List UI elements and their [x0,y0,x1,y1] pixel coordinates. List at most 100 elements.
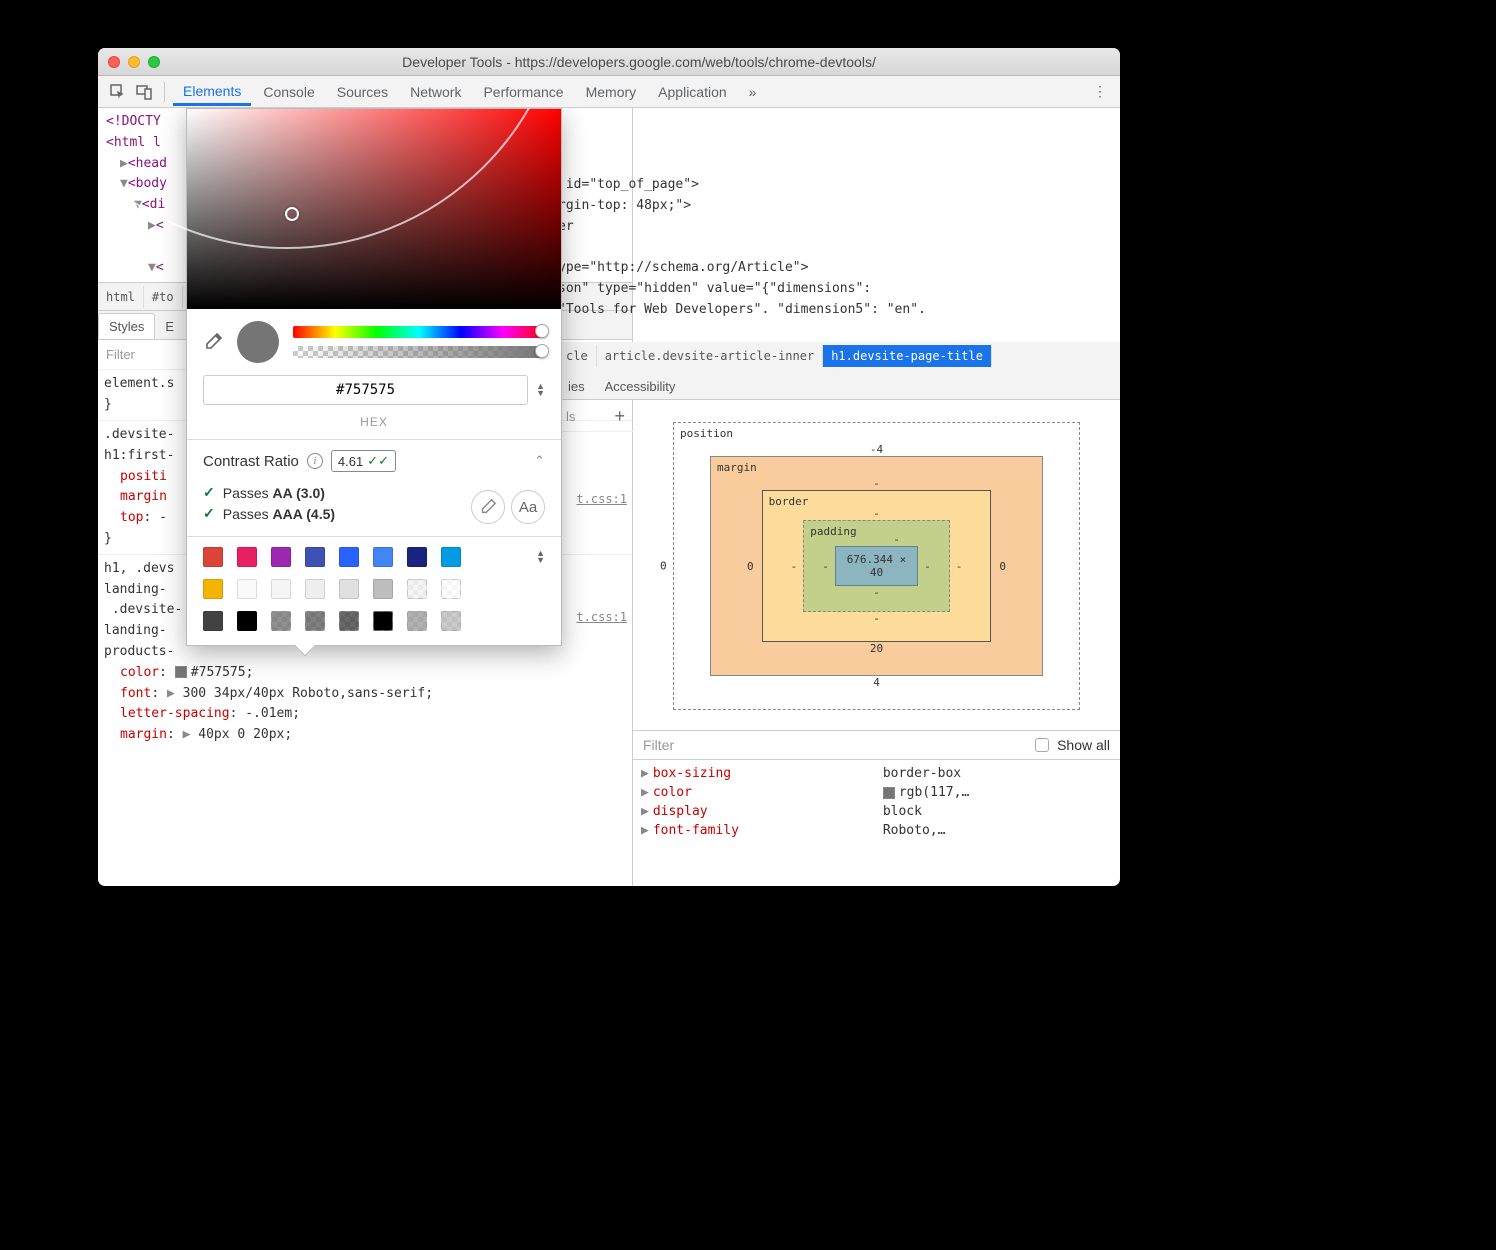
palette-swatch[interactable] [271,547,291,567]
hov-cls-label[interactable]: ls [566,409,575,424]
palette-swatch[interactable] [237,579,257,599]
bm-val[interactable]: -4 [710,443,1043,456]
bm-val[interactable]: - [924,560,931,573]
crumb[interactable]: #to [144,286,183,308]
tab-sources[interactable]: Sources [327,78,398,106]
computed-filter-input[interactable]: Filter [643,737,674,753]
device-toolbar-icon[interactable] [132,80,156,104]
css-prop: positi [120,469,167,484]
palette-swatch[interactable] [373,579,393,599]
palette-swatch[interactable] [407,547,427,567]
palette-swatch[interactable] [305,579,325,599]
tab-network[interactable]: Network [400,78,471,106]
styletab-e[interactable]: E [155,314,184,339]
bm-val[interactable]: - [822,560,829,573]
palette-swatch[interactable] [203,579,223,599]
bm-val[interactable]: - [893,533,900,546]
palette-swatch[interactable] [339,611,359,631]
rule-selector: products- [104,644,174,659]
add-rule-icon[interactable]: + [614,406,625,427]
computed-name: color [653,785,883,800]
text-sample-button[interactable]: Aa [511,490,545,524]
palette-stepper[interactable]: ▲▼ [536,550,545,564]
crumb[interactable]: article.devsite-article-inner [597,345,824,367]
format-stepper[interactable]: ▲▼ [536,383,545,397]
hex-input[interactable] [203,375,528,405]
tabs-overflow-icon[interactable]: » [739,78,767,106]
tab-performance[interactable]: Performance [473,78,573,106]
palette-swatch[interactable] [407,579,427,599]
zoom-window-button[interactable] [148,56,160,68]
bm-val[interactable]: - [791,612,963,625]
bm-val[interactable]: - [822,586,931,599]
palette-swatch[interactable] [373,547,393,567]
palette-swatch[interactable] [237,611,257,631]
bm-val[interactable]: 0 [660,560,667,573]
collapse-section-icon[interactable]: ⌃ [534,453,545,469]
minimize-window-button[interactable] [128,56,140,68]
bm-val[interactable]: - [791,507,963,520]
palette-swatch[interactable] [203,611,223,631]
bg-eyedropper-icon[interactable] [471,490,505,524]
computed-list[interactable]: ▶box-sizingborder-box ▶colorrgb(117,… ▶d… [633,760,1120,844]
bm-val[interactable]: 4 [710,676,1043,689]
overlay-filter-frag: ls + t.css:1 t.css:1 [558,402,633,624]
palette-swatch[interactable] [305,611,325,631]
crumb[interactable]: cle [558,345,597,367]
color-gradient-field[interactable] [187,109,561,309]
close-window-button[interactable] [108,56,120,68]
inspect-element-icon[interactable] [106,80,130,104]
crumb-selected[interactable]: h1.devsite-page-title [823,345,992,367]
tab-application[interactable]: Application [648,78,737,106]
info-icon[interactable]: i [307,453,323,469]
palette-swatch[interactable] [441,579,461,599]
color-swatch-icon [883,787,895,799]
styletab-accessibility[interactable]: Accessibility [595,374,686,399]
styletab-ies[interactable]: ies [558,374,595,399]
color-handle[interactable] [285,207,299,221]
tab-memory[interactable]: Memory [576,78,647,106]
bm-val[interactable]: - [791,560,798,573]
crumb[interactable]: html [98,286,144,308]
css-val[interactable]: #757575; [191,665,254,680]
bm-val[interactable]: 0 [747,560,754,573]
bm-val[interactable]: - [956,560,963,573]
palette-swatch[interactable] [203,547,223,567]
hue-thumb[interactable] [535,324,549,338]
palette-swatch[interactable] [237,547,257,567]
palette-swatch[interactable] [373,611,393,631]
source-link[interactable]: t.css:1 [576,610,627,624]
color-swatch-icon[interactable] [175,666,187,678]
bm-content[interactable]: 676.344 × 40 [835,546,918,586]
hue-slider[interactable] [293,326,545,338]
palette-swatch[interactable] [305,547,325,567]
css-val[interactable]: 300 34px/40px Roboto,sans-serif; [183,686,433,701]
box-model[interactable]: position -4 0 margin - 0 border [633,402,1120,730]
palette-swatch[interactable] [271,611,291,631]
css-prop: margin [120,489,167,504]
kebab-menu-icon[interactable]: ⋮ [1088,80,1112,104]
palette-swatch[interactable] [339,579,359,599]
bm-val[interactable]: 0 [999,560,1006,573]
source-link[interactable]: t.css:1 [576,492,627,506]
styletab-styles[interactable]: Styles [98,313,155,339]
palette-swatch[interactable] [407,611,427,631]
rule-selector: h1, .devs [104,561,174,576]
show-all-checkbox[interactable] [1035,738,1049,752]
titlebar: Developer Tools - https://developers.goo… [98,48,1120,76]
palette-swatch[interactable] [441,611,461,631]
css-val[interactable]: 40px 0 20px; [198,727,292,742]
bm-val[interactable]: - [747,477,1006,490]
bm-val[interactable]: 20 [747,642,1006,655]
tab-elements[interactable]: Elements [173,77,251,106]
alpha-thumb[interactable] [535,344,549,358]
tab-console[interactable]: Console [253,78,324,106]
css-val: : - [143,510,166,525]
eyedropper-icon[interactable] [203,332,223,352]
css-val[interactable]: -.01em; [245,706,300,721]
palette-swatch[interactable] [271,579,291,599]
alpha-slider[interactable] [293,346,545,358]
palette-swatch[interactable] [441,547,461,567]
filter-input[interactable]: Filter [106,347,135,362]
palette-swatch[interactable] [339,547,359,567]
